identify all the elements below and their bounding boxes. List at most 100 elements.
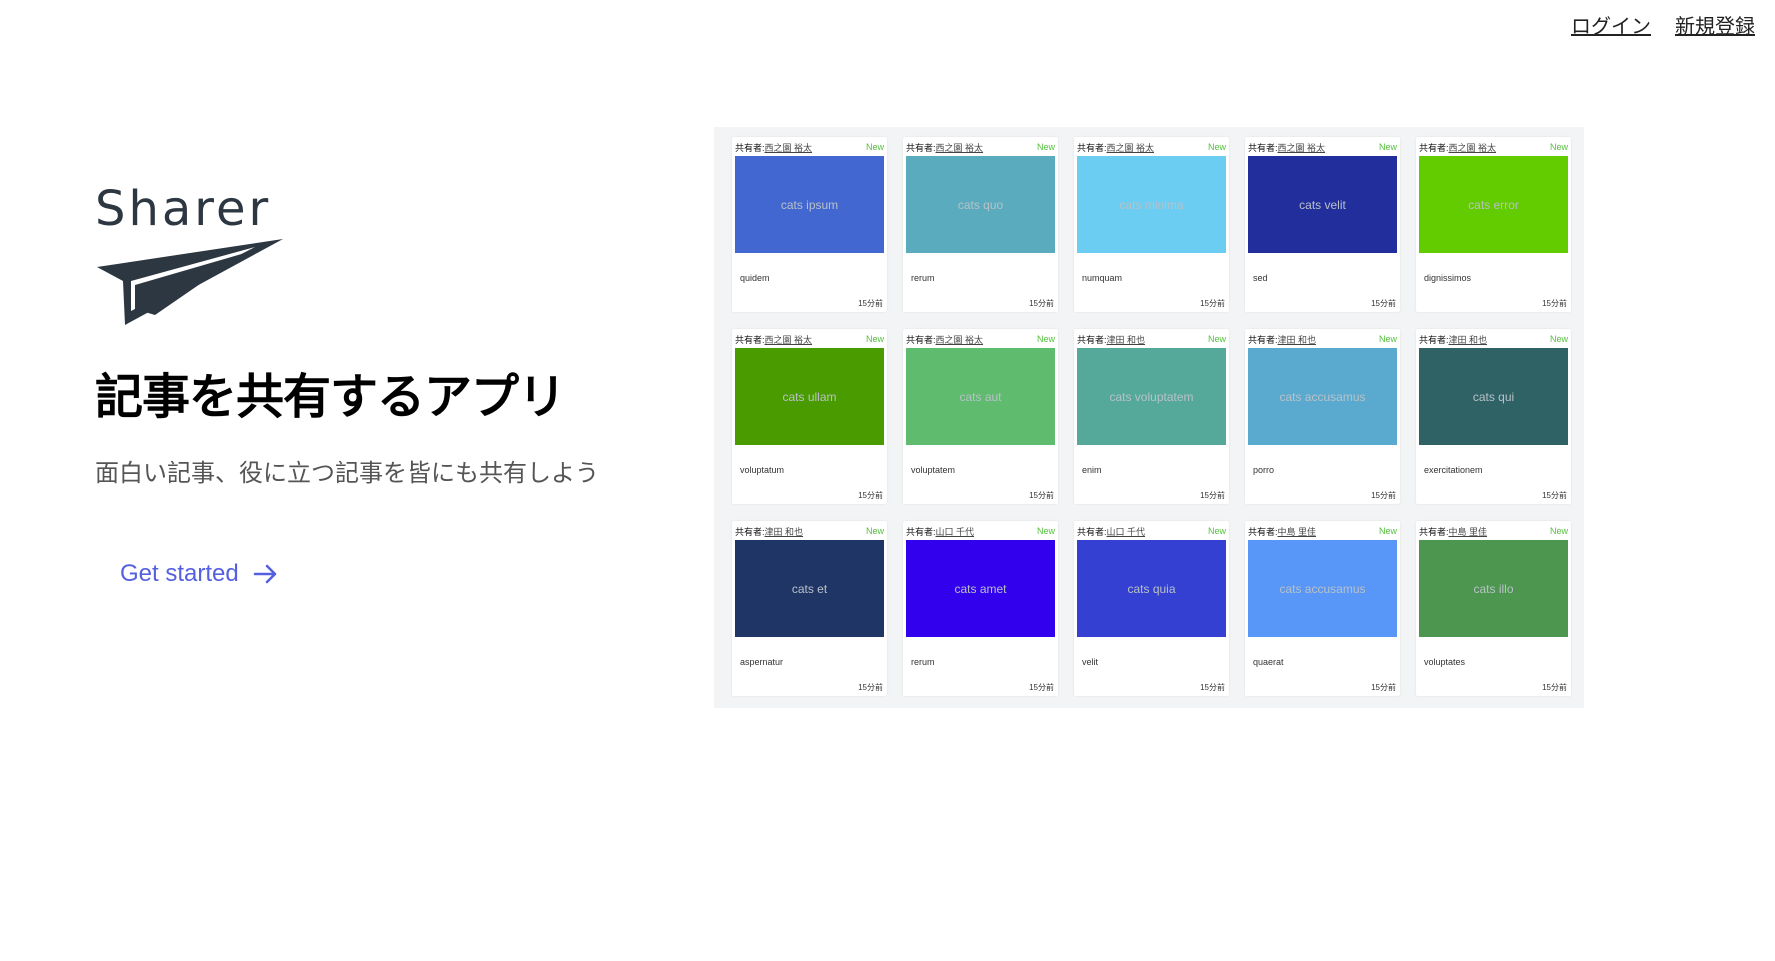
article-card[interactable]: 共有者:津田 和也 New cats et aspernatur 15分前 [732, 521, 887, 696]
signup-link[interactable]: 新規登録 [1675, 10, 1755, 39]
card-timestamp: 15分前 [1371, 683, 1396, 692]
arrow-right-icon [253, 564, 276, 584]
sharer-name-link[interactable]: 西之園 裕太 [936, 143, 984, 153]
card-thumbnail[interactable]: cats et [735, 540, 884, 637]
card-header: 共有者:西之園 裕太 New [732, 137, 887, 154]
sharer-name-link[interactable]: 西之園 裕太 [1449, 143, 1497, 153]
card-header: 共有者:山口 千代 New [903, 521, 1058, 538]
card-timestamp: 15分前 [1542, 299, 1567, 308]
card-thumbnail[interactable]: cats velit [1248, 156, 1397, 253]
article-card[interactable]: 共有者:津田 和也 New cats voluptatem enim 15分前 [1074, 329, 1229, 504]
sharer-name-link[interactable]: 中島 里佳 [1449, 527, 1488, 537]
hero-subtitle: 面白い記事、役に立つ記事を皆にも共有しよう [95, 459, 599, 487]
card-thumbnail[interactable]: cats quo [906, 156, 1055, 253]
card-header: 共有者:津田 和也 New [1074, 329, 1229, 346]
article-card[interactable]: 共有者:西之園 裕太 New cats minima numquam 15分前 [1074, 137, 1229, 312]
get-started-label: Get started [120, 560, 239, 587]
sharer-label: 共有者: [1419, 334, 1449, 345]
sharer-label: 共有者: [1248, 526, 1278, 537]
get-started-button[interactable]: Get started [120, 560, 279, 588]
article-card[interactable]: 共有者:西之園 裕太 New cats velit sed 15分前 [1245, 137, 1400, 312]
sharer-name-link[interactable]: 西之園 裕太 [936, 335, 984, 345]
card-title[interactable]: rerum [911, 657, 1058, 667]
sharer-label: 共有者: [906, 334, 936, 345]
article-card[interactable]: 共有者:山口 千代 New cats amet rerum 15分前 [903, 521, 1058, 696]
card-header: 共有者:西之園 裕太 New [1074, 137, 1229, 154]
sharer-name-link[interactable]: 山口 千代 [1107, 527, 1146, 537]
article-card[interactable]: 共有者:津田 和也 New cats qui exercitationem 15… [1416, 329, 1571, 504]
card-timestamp: 15分前 [1029, 683, 1054, 692]
article-card[interactable]: 共有者:中島 里佳 New cats accusamus quaerat 15分… [1245, 521, 1400, 696]
card-title[interactable]: dignissimos [1424, 273, 1571, 283]
card-timestamp: 15分前 [1371, 491, 1396, 500]
new-badge: New [1036, 334, 1055, 344]
card-title[interactable]: voluptates [1424, 657, 1571, 667]
card-thumbnail[interactable]: cats error [1419, 156, 1568, 253]
hero: Sharer 記事を共有するアプリ 面白い記事、役に立つ記事を皆にも共有しよう [95, 185, 655, 488]
sharer-label: 共有者: [1077, 526, 1107, 537]
article-card[interactable]: 共有者:山口 千代 New cats quia velit 15分前 [1074, 521, 1229, 696]
sharer-name-link[interactable]: 西之園 裕太 [765, 143, 813, 153]
card-timestamp: 15分前 [1029, 491, 1054, 500]
sharer-name-link[interactable]: 津田 和也 [1449, 335, 1488, 345]
card-title[interactable]: exercitationem [1424, 465, 1571, 475]
sharer-name-link[interactable]: 西之園 裕太 [1278, 143, 1326, 153]
card-title[interactable]: quidem [740, 273, 887, 283]
card-title[interactable]: enim [1082, 465, 1229, 475]
article-card[interactable]: 共有者:西之園 裕太 New cats error dignissimos 15… [1416, 137, 1571, 312]
card-thumbnail[interactable]: cats accusamus [1248, 348, 1397, 445]
card-header: 共有者:西之園 裕太 New [1245, 137, 1400, 154]
paper-plane-icon [97, 239, 283, 325]
new-badge: New [1036, 142, 1055, 152]
sharer-name-link[interactable]: 中島 里佳 [1278, 527, 1317, 537]
sharer-label: 共有者: [735, 526, 765, 537]
card-timestamp: 15分前 [1542, 683, 1567, 692]
new-badge: New [865, 142, 884, 152]
card-title[interactable]: voluptatum [740, 465, 887, 475]
sharer-label: 共有者: [906, 526, 936, 537]
card-timestamp: 15分前 [1200, 491, 1225, 500]
card-title[interactable]: quaerat [1253, 657, 1400, 667]
article-card[interactable]: 共有者:西之園 裕太 New cats ipsum quidem 15分前 [732, 137, 887, 312]
sharer-label: 共有者: [1077, 142, 1107, 153]
sharer-label: 共有者: [1419, 526, 1449, 537]
login-link[interactable]: ログイン [1571, 10, 1651, 39]
card-thumbnail[interactable]: cats quia [1077, 540, 1226, 637]
new-badge: New [1549, 334, 1568, 344]
card-title[interactable]: sed [1253, 273, 1400, 283]
card-timestamp: 15分前 [1371, 299, 1396, 308]
card-thumbnail[interactable]: cats voluptatem [1077, 348, 1226, 445]
new-badge: New [1378, 526, 1397, 536]
card-title[interactable]: porro [1253, 465, 1400, 475]
sharer-name-link[interactable]: 津田 和也 [765, 527, 804, 537]
sharer-name-link[interactable]: 西之園 裕太 [765, 335, 813, 345]
sharer-name-link[interactable]: 津田 和也 [1107, 335, 1146, 345]
sharer-name-link[interactable]: 西之園 裕太 [1107, 143, 1155, 153]
card-title[interactable]: velit [1082, 657, 1229, 667]
card-title[interactable]: voluptatem [911, 465, 1058, 475]
card-header: 共有者:津田 和也 New [1416, 329, 1571, 346]
card-title[interactable]: rerum [911, 273, 1058, 283]
card-thumbnail[interactable]: cats minima [1077, 156, 1226, 253]
article-card[interactable]: 共有者:西之園 裕太 New cats quo rerum 15分前 [903, 137, 1058, 312]
card-thumbnail[interactable]: cats accusamus [1248, 540, 1397, 637]
article-card[interactable]: 共有者:中島 里佳 New cats illo voluptates 15分前 [1416, 521, 1571, 696]
card-header: 共有者:山口 千代 New [1074, 521, 1229, 538]
article-card[interactable]: 共有者:西之園 裕太 New cats aut voluptatem 15分前 [903, 329, 1058, 504]
card-thumbnail[interactable]: cats ullam [735, 348, 884, 445]
card-title[interactable]: numquam [1082, 273, 1229, 283]
card-thumbnail[interactable]: cats qui [1419, 348, 1568, 445]
new-badge: New [1549, 142, 1568, 152]
card-header: 共有者:中島 里佳 New [1245, 521, 1400, 538]
sharer-name-link[interactable]: 山口 千代 [936, 527, 975, 537]
card-thumbnail[interactable]: cats ipsum [735, 156, 884, 253]
article-card[interactable]: 共有者:津田 和也 New cats accusamus porro 15分前 [1245, 329, 1400, 504]
card-header: 共有者:中島 里佳 New [1416, 521, 1571, 538]
card-thumbnail[interactable]: cats aut [906, 348, 1055, 445]
article-card[interactable]: 共有者:西之園 裕太 New cats ullam voluptatum 15分… [732, 329, 887, 504]
card-thumbnail[interactable]: cats illo [1419, 540, 1568, 637]
logo-text: Sharer [95, 181, 272, 237]
sharer-name-link[interactable]: 津田 和也 [1278, 335, 1317, 345]
card-thumbnail[interactable]: cats amet [906, 540, 1055, 637]
card-title[interactable]: aspernatur [740, 657, 887, 667]
